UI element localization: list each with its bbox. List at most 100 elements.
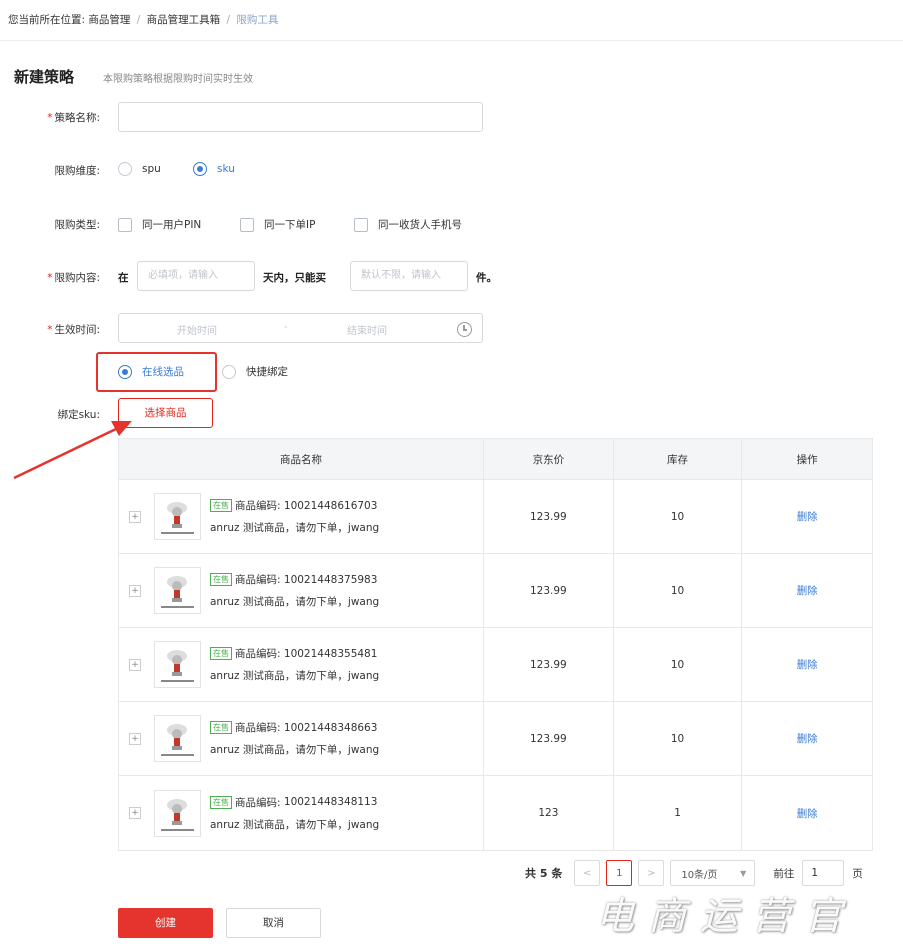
time-range-picker[interactable]: 开始时间 - 结束时间 [118, 313, 483, 343]
pagination-next-button[interactable]: > [638, 860, 665, 886]
product-table: 商品名称 京东价 库存 操作 + 在售 商品编码: 10021448616703 an… [118, 438, 873, 851]
type-checkbox-phone[interactable]: 同一收货人手机号 [354, 217, 462, 232]
cell-product: + 在售 商品编码: 10021448375983 anruz 测试商品，请勿下单，j… [119, 554, 485, 627]
create-button[interactable]: 创建 [118, 908, 213, 938]
expand-icon[interactable]: + [129, 584, 141, 597]
product-code-line: 在售 商品编码: 10021448375983 [210, 572, 379, 587]
delete-link[interactable]: 删除 [797, 731, 818, 746]
type-checkbox-ip[interactable]: 同一下单IP [240, 217, 315, 232]
expand-icon[interactable]: + [129, 732, 141, 745]
cell-product: + 在售 商品编码: 10021448348113 anruz 测试商品，请勿下单，j… [119, 776, 485, 850]
expand-icon[interactable]: + [129, 658, 141, 671]
qty-input[interactable]: 默认不限，请输入 [350, 261, 468, 291]
bind-sku-label: 绑定sku: [57, 409, 100, 421]
breadcrumb-separator: / [226, 14, 231, 26]
column-header-stock: 库存 [614, 439, 743, 479]
cell-action: 删除 [742, 628, 872, 701]
cell-action: 删除 [742, 480, 872, 553]
delete-link[interactable]: 删除 [797, 657, 818, 672]
product-code: 10021448348663 [283, 721, 378, 734]
required-mark: * [47, 272, 53, 284]
cell-product: + 在售 商品编码: 10021448348663 anruz 测试商品，请勿下单，j… [119, 702, 485, 775]
cell-stock: 1 [614, 776, 743, 850]
cell-price: 123.99 [484, 480, 614, 553]
product-code-line: 在售 商品编码: 10021448348113 [210, 795, 379, 810]
breadcrumb: 您当前所在位置: 商品管理 / 商品管理工具箱 / 限购工具 [8, 12, 278, 27]
mode-radio-quick-bind[interactable]: 快捷绑定 [222, 364, 288, 379]
expand-icon[interactable]: + [129, 510, 141, 523]
content-middle: 天内，只能买 [263, 272, 326, 284]
pagination: 共 5 条 < 1 > 10条/页 ▼ 前往 1 页 [525, 860, 863, 886]
cell-price: 123.99 [484, 628, 614, 701]
cell-action: 删除 [742, 776, 872, 850]
cell-stock: 10 [614, 554, 743, 627]
cell-product: + 在售 商品编码: 10021448355481 anruz 测试商品，请勿下单，j… [119, 628, 485, 701]
product-thumbnail [154, 641, 201, 688]
product-thumbnail [154, 493, 201, 540]
dimension-radio-sku[interactable]: sku [193, 162, 235, 176]
strategy-name-input[interactable] [118, 102, 483, 132]
cell-action: 删除 [742, 702, 872, 775]
product-thumbnail [154, 789, 201, 837]
strategy-name-label: * 策略名称: [47, 112, 100, 124]
cell-product: + 在售 商品编码: 10021448616703 anruz 测试商品，请勿下单，j… [119, 480, 485, 553]
cancel-button[interactable]: 取消 [226, 908, 321, 938]
product-name: anruz 测试商品，请勿下单，jwang [210, 744, 380, 756]
cell-stock: 10 [614, 702, 743, 775]
product-thumbnail [154, 715, 201, 762]
table-row: + 在售 商品编码: 10021448355481 anruz 测试商品，请勿下单，j… [119, 628, 872, 702]
watermark-logo: 电商运营官 [596, 894, 857, 938]
goto-page-input[interactable]: 1 [802, 860, 845, 886]
radio-circle [193, 162, 207, 176]
checkbox-box [354, 217, 368, 232]
page-size-value: 10条/页 [681, 869, 718, 881]
product-thumbnail [154, 567, 201, 614]
breadcrumb-item-product-management[interactable]: 商品管理 [88, 14, 130, 26]
pagination-page-1[interactable]: 1 [606, 860, 633, 886]
product-code: 10021448355481 [283, 647, 378, 660]
product-code-label: 商品编码: [235, 722, 281, 734]
delete-link[interactable]: 删除 [797, 583, 818, 598]
dimension-radio-spu[interactable]: spu [118, 162, 161, 176]
days-input[interactable]: 必填项，请输入 [137, 261, 255, 291]
page-size-select[interactable]: 10条/页 ▼ [670, 860, 756, 886]
column-header-price: 京东价 [484, 439, 614, 479]
type-checkbox-pin[interactable]: 同一用户PIN [118, 217, 201, 232]
radio-circle [118, 162, 132, 176]
product-info: 在售 商品编码: 10021448375983 anruz 测试商品，请勿下单，jw… [210, 572, 379, 609]
status-badge: 在售 [210, 795, 232, 809]
breadcrumb-item-toolbox[interactable]: 商品管理工具箱 [147, 14, 221, 26]
cell-stock: 10 [614, 480, 743, 553]
product-name: anruz 测试商品，请勿下单，jwang [210, 596, 380, 608]
breadcrumb-current: 限购工具 [236, 14, 279, 26]
content-prefix: 在 [118, 272, 129, 284]
mode-radio-online[interactable]: 在线选品 [118, 364, 184, 379]
cell-price: 123.99 [484, 554, 614, 627]
column-header-name: 商品名称 [119, 439, 485, 479]
pagination-goto: 前往 1 页 [773, 860, 863, 886]
product-name: anruz 测试商品，请勿下单，jwang [210, 670, 380, 682]
product-code-label: 商品编码: [235, 796, 281, 809]
table-header: 商品名称 京东价 库存 操作 [119, 439, 872, 480]
range-separator: - [284, 322, 288, 333]
delete-link[interactable]: 删除 [797, 509, 818, 524]
pagination-total: 共 5 条 [525, 867, 563, 880]
expand-icon[interactable]: + [129, 807, 141, 819]
select-product-button[interactable]: 选择商品 [118, 398, 213, 428]
table-row: + 在售 商品编码: 10021448375983 anruz 测试商品，请勿下单，j… [119, 554, 872, 628]
pagination-prev-button[interactable]: < [574, 860, 601, 886]
end-time-placeholder: 结束时间 [347, 326, 387, 337]
goto-prefix: 前往 [773, 867, 795, 880]
table-row: + 在售 商品编码: 10021448348663 anruz 测试商品，请勿下单，j… [119, 702, 872, 776]
product-name: anruz 测试商品，请勿下单，jwang [210, 522, 380, 534]
product-name: anruz 测试商品，请勿下单，jwang [210, 818, 380, 831]
product-code: 10021448616703 [283, 499, 378, 512]
product-code-line: 在售 商品编码: 10021448348663 [210, 720, 379, 735]
status-badge: 在售 [210, 721, 232, 734]
product-info: 在售 商品编码: 10021448348663 anruz 测试商品，请勿下单，jw… [210, 720, 379, 757]
delete-link[interactable]: 删除 [797, 806, 818, 821]
header-divider [0, 40, 903, 41]
status-badge: 在售 [210, 573, 232, 586]
breadcrumb-prefix: 您当前所在位置: [8, 14, 86, 26]
product-code-line: 在售 商品编码: 10021448616703 [210, 498, 379, 513]
